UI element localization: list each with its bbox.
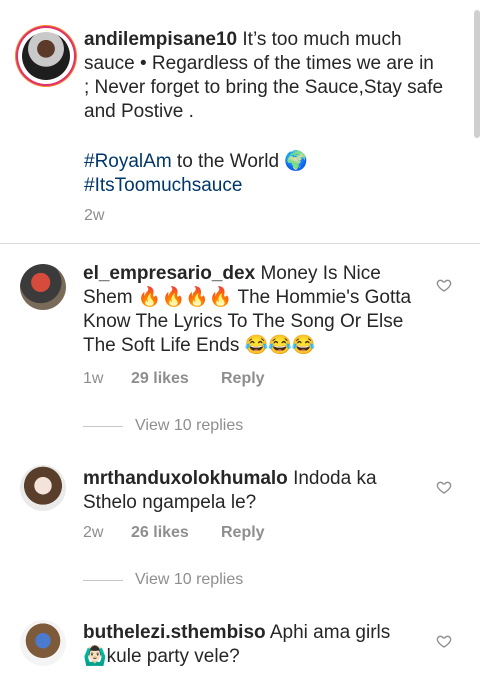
comment-avatar-3[interactable]: [20, 620, 66, 666]
caption-timestamp: 2w: [84, 207, 105, 224]
comment-avatar-1[interactable]: [20, 264, 66, 310]
heart-outline-icon[interactable]: [436, 479, 452, 495]
comment-time-2: 2w: [83, 524, 104, 541]
view-replies-label-2[interactable]: View 10 replies: [135, 571, 243, 589]
heart-outline-icon[interactable]: [436, 277, 452, 293]
comment-likes-1[interactable]: 29 likes: [131, 370, 221, 388]
hashtag-itstoomuchsauce[interactable]: #ItsToomuchsauce: [84, 175, 242, 196]
comment-meta-1: 1w 29 likes Reply: [83, 370, 265, 388]
comment-text-1: el_empresario_dex Money Is Nice Shem 🔥🔥🔥…: [83, 262, 423, 358]
view-replies-label-1[interactable]: View 10 replies: [135, 417, 243, 435]
caption-text: andilempisane10 It’s too much much sauce…: [84, 28, 444, 124]
replies-line: [83, 425, 123, 427]
comment-username-1[interactable]: el_empresario_dex: [83, 263, 255, 284]
comment-username-3[interactable]: buthelezi.sthembiso: [83, 622, 266, 643]
reply-button-1[interactable]: Reply: [221, 370, 265, 388]
heart-outline-icon[interactable]: [436, 633, 452, 649]
caption-block: andilempisane10 It’s too much much sauce…: [0, 0, 480, 243]
caption-username[interactable]: andilempisane10: [84, 29, 237, 50]
hashtag-suffix: to the World 🌍: [171, 151, 308, 172]
comment-avatar-2[interactable]: [20, 465, 66, 511]
comment-username-2[interactable]: mrthanduxolokhumalo: [83, 468, 288, 489]
comment-meta-2: 2w 26 likes Reply: [83, 524, 265, 542]
replies-line: [83, 579, 123, 581]
view-replies-2[interactable]: View 10 replies: [83, 571, 243, 589]
comment-text-3: buthelezi.sthembiso Aphi ama girls 🙆🏻‍♂️…: [83, 621, 423, 669]
scrollbar[interactable]: [474, 10, 480, 138]
hashtag-block: #RoyalAm to the World 🌍 #ItsToomuchsauce: [84, 150, 444, 198]
comment-likes-2[interactable]: 26 likes: [131, 524, 221, 542]
author-avatar[interactable]: [18, 28, 74, 84]
view-replies-1[interactable]: View 10 replies: [83, 417, 243, 435]
caption-divider: [0, 243, 480, 244]
reply-button-2[interactable]: Reply: [221, 524, 265, 542]
hashtag-royalam[interactable]: #RoyalAm: [84, 151, 172, 172]
comment-text-2: mrthanduxolokhumalo Indoda ka Sthelo nga…: [83, 467, 423, 515]
comment-time-1: 1w: [83, 370, 104, 387]
